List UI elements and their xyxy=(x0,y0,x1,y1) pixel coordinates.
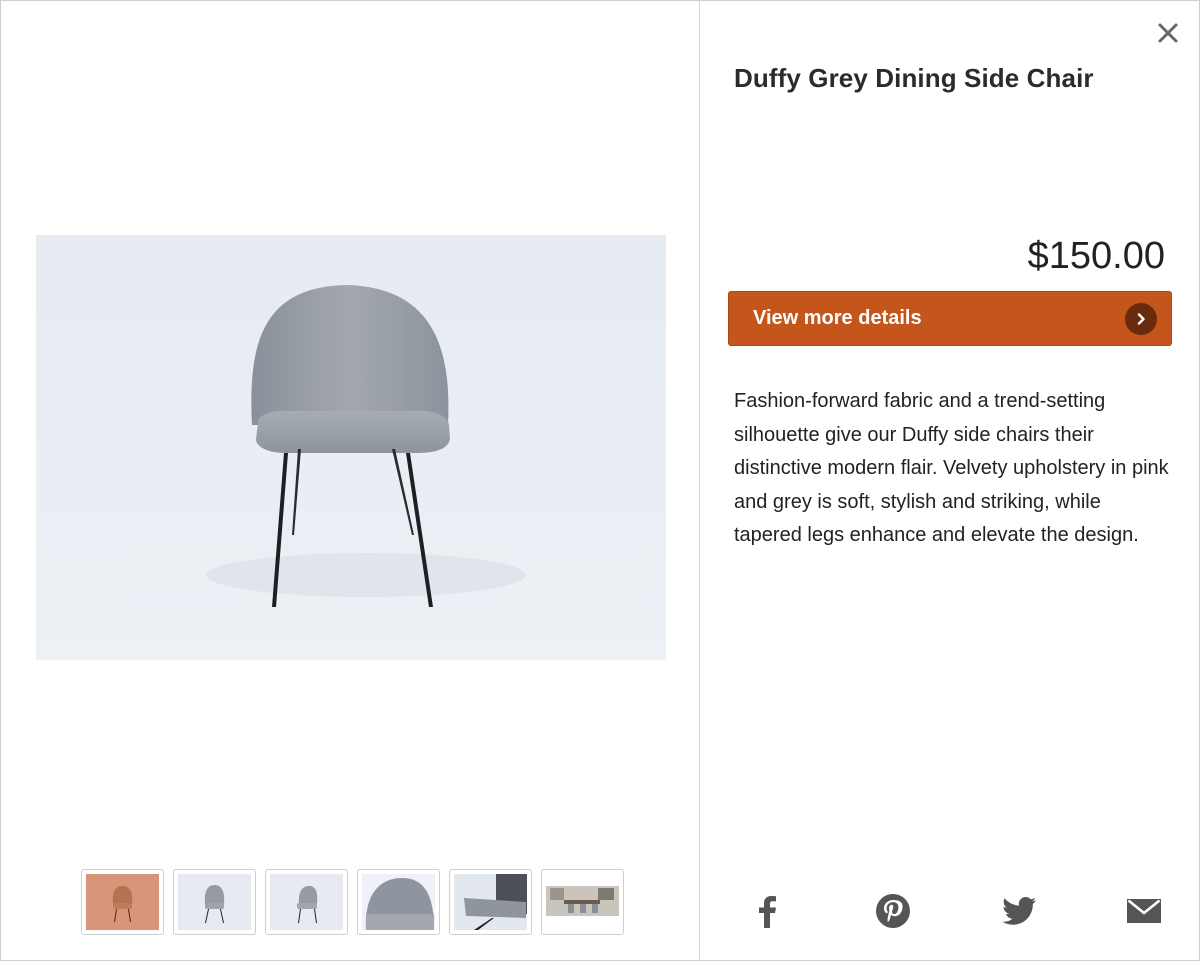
view-more-details-label: View more details xyxy=(753,307,922,329)
close-icon xyxy=(1158,23,1178,43)
share-email[interactable] xyxy=(1122,889,1166,933)
share-pinterest[interactable] xyxy=(871,889,915,933)
thumbnail-5[interactable] xyxy=(449,869,532,935)
product-quickview-modal: Duffy Grey Dining Side Chair $150.00 Vie… xyxy=(0,0,1200,961)
product-gallery xyxy=(1,1,700,960)
product-price: $150.00 xyxy=(1027,235,1165,277)
pinterest-icon xyxy=(876,894,911,928)
product-details-panel: Duffy Grey Dining Side Chair $150.00 Vie… xyxy=(701,1,1200,960)
email-icon xyxy=(1126,899,1161,923)
close-button[interactable] xyxy=(1156,21,1180,45)
share-bar xyxy=(746,889,1166,933)
thumbnail-2[interactable] xyxy=(173,869,256,935)
thumbnail-3[interactable] xyxy=(265,869,348,935)
chevron-right-icon xyxy=(1125,302,1157,335)
facebook-icon xyxy=(759,896,776,928)
twitter-icon xyxy=(1001,897,1036,925)
view-more-details-button[interactable]: View more details xyxy=(728,291,1172,346)
share-twitter[interactable] xyxy=(997,889,1041,933)
thumbnail-4[interactable] xyxy=(357,869,440,935)
product-title: Duffy Grey Dining Side Chair xyxy=(734,63,1094,93)
thumbnail-strip xyxy=(81,869,624,935)
product-description: Fashion-forward fabric and a trend-setti… xyxy=(734,390,1169,546)
share-facebook[interactable] xyxy=(746,889,790,933)
main-product-image xyxy=(36,235,666,660)
thumbnail-1[interactable] xyxy=(81,869,164,935)
thumbnail-6[interactable] xyxy=(541,869,624,935)
